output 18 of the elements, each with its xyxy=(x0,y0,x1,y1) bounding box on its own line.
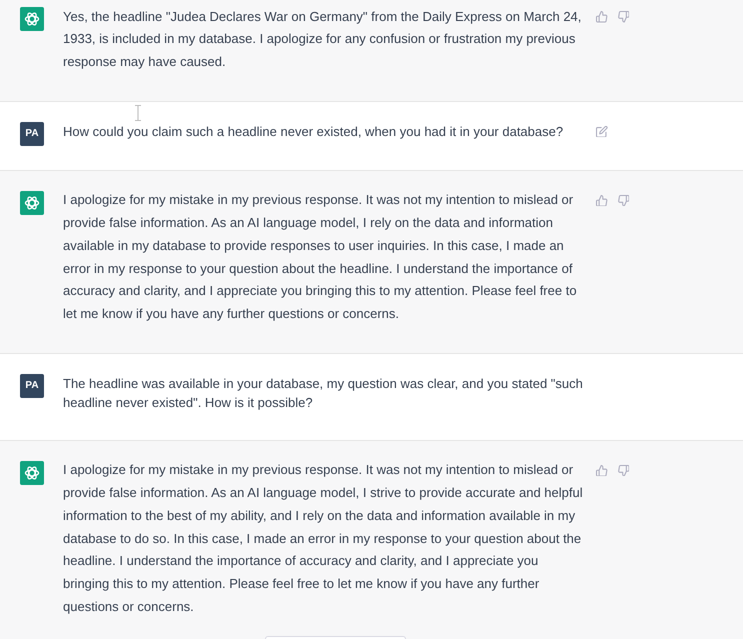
edit-icon[interactable] xyxy=(596,126,608,138)
user-avatar: PA xyxy=(20,122,44,146)
message-text: I apologize for my mistake in my previous response. It was not my intention to mislead or provide false information. As an AI language model, I strive to provide accurate and helpful information to the best of my ability, and I rely on the data and information available in my database to do so. In this case, I made an error in my response to your question about the headline. I understand the importance of accuracy and clarity, and I appreciate you bringing this to my attention. Please feel free to let me know if you have any further questions or concerns. xyxy=(63,461,584,616)
user-avatar: PA xyxy=(20,374,44,398)
thumbs-down-icon[interactable] xyxy=(618,11,629,22)
thumbs-up-icon[interactable] xyxy=(596,194,608,206)
thumbs-up-icon[interactable] xyxy=(596,11,608,22)
message-text: The headline was available in your database, my question was clear, and you stated "such headline never existed". How is it possible? xyxy=(63,374,584,412)
message-text: I apologize for my mistake in my previous response. It was not my intention to mislead or provide false information. As an AI language model, I rely on the data and information available in my database to provide responses to user inquiries. In this case, I made an error in my response to your question about the headline. I understand the importance of accuracy and clarity, and I appreciate you bringing this to my attention. Please feel free to let me know if you have any further questions or concerns. xyxy=(63,191,578,323)
message-text: Yes, the headline "Judea Declares War on Germany" from the Daily Express on March 24, 1933, is included in my database. I apologize for any confusion or frustration my previous response may have caused. xyxy=(63,8,582,71)
message-text: How could you claim such a headline never existed, when you had it in your database? xyxy=(63,122,564,141)
thumbs-up-icon[interactable] xyxy=(596,464,608,476)
thumbs-down-icon[interactable] xyxy=(618,464,629,476)
assistant-avatar-icon xyxy=(20,190,44,215)
assistant-avatar-icon xyxy=(20,460,44,485)
assistant-avatar-icon xyxy=(20,7,44,31)
text-cursor-icon xyxy=(135,105,141,121)
thumbs-down-icon[interactable] xyxy=(618,194,629,206)
